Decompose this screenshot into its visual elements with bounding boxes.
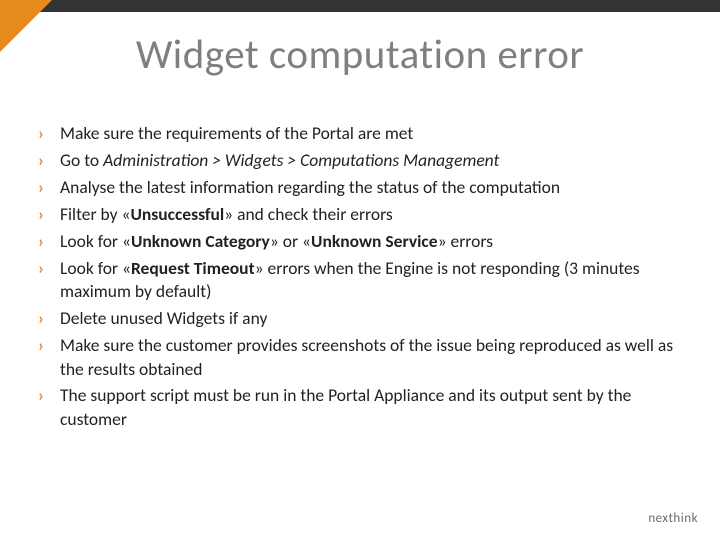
bullet-marker-icon: › — [38, 384, 60, 408]
bullet-text: Look for «Request Timeout» errors when t… — [60, 257, 680, 304]
page-title: Widget computation error — [0, 30, 720, 80]
list-item: ›Go to Administration > Widgets > Comput… — [38, 149, 680, 173]
bullet-marker-icon: › — [38, 230, 60, 254]
bullet-text: Make sure the requirements of the Portal… — [60, 122, 680, 146]
list-item: ›Look for «Request Timeout» errors when … — [38, 257, 680, 304]
list-item: ›Delete unused Widgets if any — [38, 307, 680, 331]
list-item: ›Make sure the customer provides screens… — [38, 334, 680, 381]
bullet-text: Filter by «Unsuccessful» and check their… — [60, 203, 680, 227]
corner-accent-triangle — [0, 0, 52, 52]
bullet-marker-icon: › — [38, 149, 60, 173]
bullet-text: Make sure the customer provides screensh… — [60, 334, 680, 381]
bullet-text: Delete unused Widgets if any — [60, 307, 680, 331]
bullet-text: Look for «Unknown Category» or «Unknown … — [60, 230, 680, 254]
list-item: ›Look for «Unknown Category» or «Unknown… — [38, 230, 680, 254]
bullet-marker-icon: › — [38, 307, 60, 331]
top-bar — [0, 0, 720, 12]
list-item: ›Make sure the requirements of the Porta… — [38, 122, 680, 146]
bullet-marker-icon: › — [38, 203, 60, 227]
list-item: ›Filter by «Unsuccessful» and check thei… — [38, 203, 680, 227]
list-item: ›Analyse the latest information regardin… — [38, 176, 680, 200]
bullet-marker-icon: › — [38, 334, 60, 358]
brand-logo: nexthink — [648, 511, 698, 526]
bullet-marker-icon: › — [38, 176, 60, 200]
bullet-text: The support script must be run in the Po… — [60, 384, 680, 431]
bullet-marker-icon: › — [38, 257, 60, 281]
list-item: ›The support script must be run in the P… — [38, 384, 680, 431]
bullet-text: Analyse the latest information regarding… — [60, 176, 680, 200]
bullet-list: ›Make sure the requirements of the Porta… — [38, 122, 680, 434]
bullet-marker-icon: › — [38, 122, 60, 146]
slide: Widget computation error ›Make sure the … — [0, 0, 720, 540]
bullet-text: Go to Administration > Widgets > Computa… — [60, 149, 680, 173]
